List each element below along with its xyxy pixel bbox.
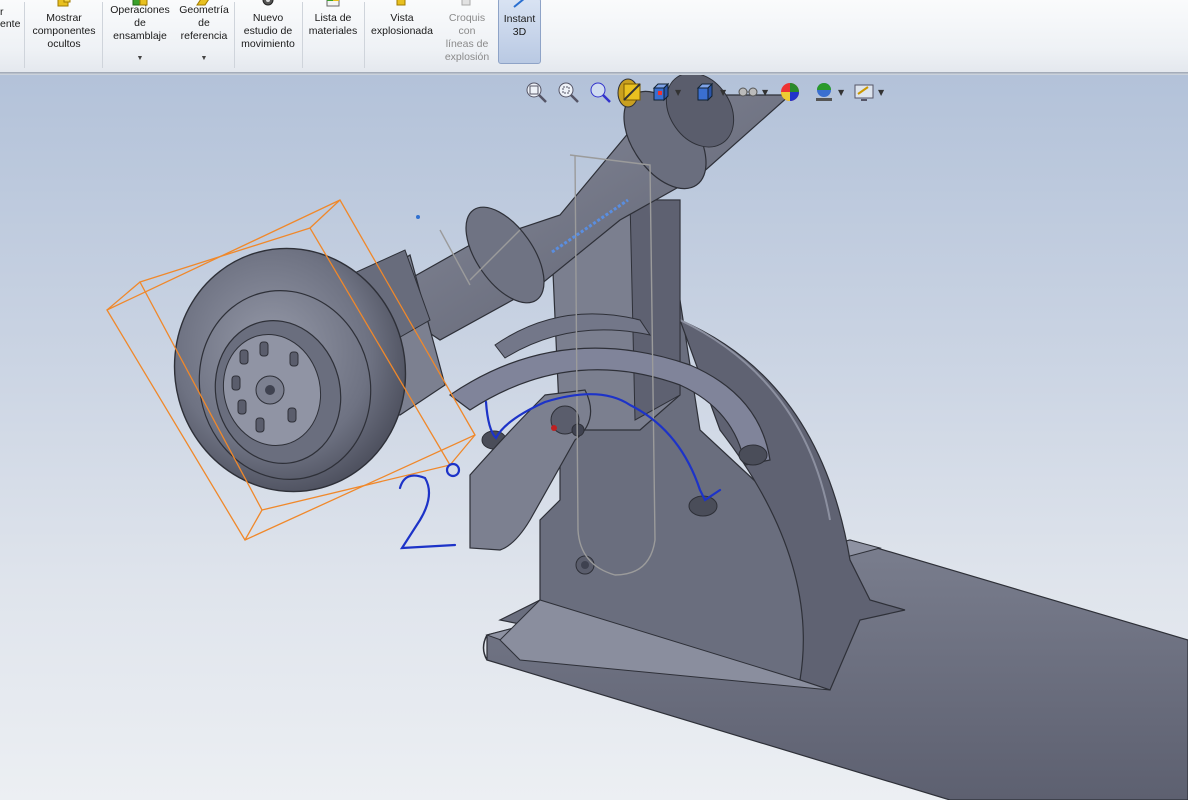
view-settings-icon[interactable] (852, 80, 876, 104)
exploded-view-icon (396, 0, 406, 6)
explode-line-sketch-button[interactable]: Croquis con líneas de explosión (438, 0, 496, 70)
show-hidden-components-label: Mostrar componentes ocultos (32, 12, 96, 50)
bill-of-materials-label: Lista de materiales (308, 12, 358, 37)
graphics-area[interactable]: ▼ ▼ ▼ ▼ ▼ (0, 75, 1188, 800)
reference-geometry-label: Geometría de referencia (179, 4, 229, 42)
reference-geometry-button[interactable]: Geometría de referencia ▼ (176, 0, 232, 70)
instant-3d-button[interactable]: Instant 3D (498, 0, 541, 64)
show-hidden-components-button[interactable]: Mostrar componentes ocultos (28, 0, 100, 70)
new-motion-study-button[interactable]: Nuevo estudio de movimiento (236, 0, 300, 70)
show-hidden-components-icon (57, 0, 71, 7)
motion-study-icon (262, 0, 274, 6)
bill-of-materials-button[interactable]: Lista de materiales (304, 0, 362, 70)
view-orientation-icon[interactable] (650, 80, 674, 104)
model-scene[interactable] (0, 75, 1188, 800)
ribbon-separator (24, 2, 25, 68)
assembly-operations-label: Operaciones de ensamblaje (110, 4, 170, 42)
partial-ribbon-button[interactable]: r ente (0, 0, 22, 70)
instant-3d-label: Instant 3D (503, 13, 536, 38)
heads-up-view-toolbar: ▼ ▼ ▼ ▼ ▼ (524, 80, 894, 106)
exploded-view-button[interactable]: Vista explosionada (366, 0, 438, 70)
apply-scene-icon[interactable] (812, 80, 836, 104)
view-settings-dropdown-arrow[interactable]: ▼ (878, 88, 884, 97)
hide-show-items-dropdown-arrow[interactable]: ▼ (762, 88, 768, 97)
ribbon-separator (302, 2, 303, 68)
hide-show-items-icon[interactable] (736, 80, 760, 104)
ribbon-separator (364, 2, 365, 68)
edit-appearance-icon[interactable] (778, 80, 802, 104)
partial-label: ente (0, 18, 21, 30)
apply-scene-dropdown-arrow[interactable]: ▼ (838, 88, 844, 97)
explode-line-sketch-label: Croquis con líneas de explosión (444, 12, 490, 63)
instant-3d-icon (512, 0, 524, 8)
ribbon-separator (234, 2, 235, 68)
origin-marker (416, 215, 420, 219)
bill-of-materials-icon (326, 0, 340, 7)
zoom-to-area-icon[interactable] (556, 80, 580, 104)
command-manager-ribbon: r ente Mostrar componentes ocultos Opera… (0, 0, 1188, 73)
ribbon-separator (102, 2, 103, 68)
display-style-icon[interactable] (694, 80, 718, 104)
previous-view-icon[interactable] (588, 80, 612, 104)
assembly-operations-dropdown-arrow[interactable]: ▼ (104, 52, 176, 65)
zoom-to-fit-icon[interactable] (524, 80, 548, 104)
exploded-view-label: Vista explosionada (371, 12, 433, 37)
display-style-dropdown-arrow[interactable]: ▼ (720, 88, 726, 97)
new-motion-study-label: Nuevo estudio de movimiento (241, 12, 295, 50)
view-orientation-dropdown-arrow[interactable]: ▼ (675, 88, 681, 97)
explode-line-sketch-icon (461, 0, 471, 6)
reference-geometry-dropdown-arrow[interactable]: ▼ (176, 52, 232, 65)
section-view-icon[interactable] (620, 80, 644, 104)
assembly-operations-button[interactable]: Operaciones de ensamblaje ▼ (104, 0, 176, 70)
